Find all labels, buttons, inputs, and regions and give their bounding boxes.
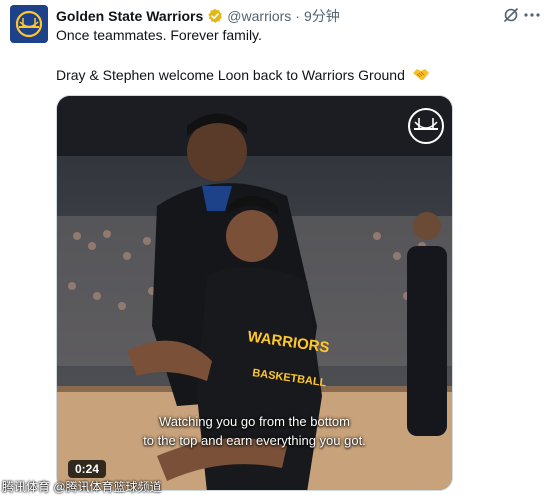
source-watermark: 腾讯体育 @腾讯体育篮球频道 (2, 480, 162, 494)
display-name[interactable]: Golden State Warriors (56, 8, 203, 24)
separator: · (295, 8, 300, 24)
tweet-text-line-2: Dray & Stephen welcome Loon back to Warr… (56, 66, 430, 85)
video-duration-badge: 0:24 (68, 460, 107, 478)
more-options-icon[interactable] (524, 6, 540, 24)
warriors-watermark-icon (408, 108, 444, 144)
video-caption: Watching you go from the bottom to the t… (57, 412, 452, 450)
timestamp[interactable]: 9分钟 (304, 6, 340, 26)
tweet-text-line-1: Once teammates. Forever family. (56, 27, 262, 43)
tweet-header: Golden State Warriors @warriors · 9分钟 (56, 6, 340, 26)
verified-badge-icon (207, 8, 223, 24)
grok-icon[interactable] (502, 6, 520, 24)
caption-line-2: to the top and earn everything you got. (143, 433, 366, 448)
warriors-logo-icon (10, 5, 48, 43)
avatar[interactable] (10, 5, 48, 43)
handshake-icon (412, 66, 430, 85)
tweet-text-line-2-content: Dray & Stephen welcome Loon back to Warr… (56, 67, 405, 83)
video-player[interactable]: WARRIORS BASKETBALL Watching you go from… (56, 95, 453, 491)
caption-line-1: Watching you go from the bottom (158, 414, 350, 429)
handle[interactable]: @warriors (227, 8, 291, 24)
